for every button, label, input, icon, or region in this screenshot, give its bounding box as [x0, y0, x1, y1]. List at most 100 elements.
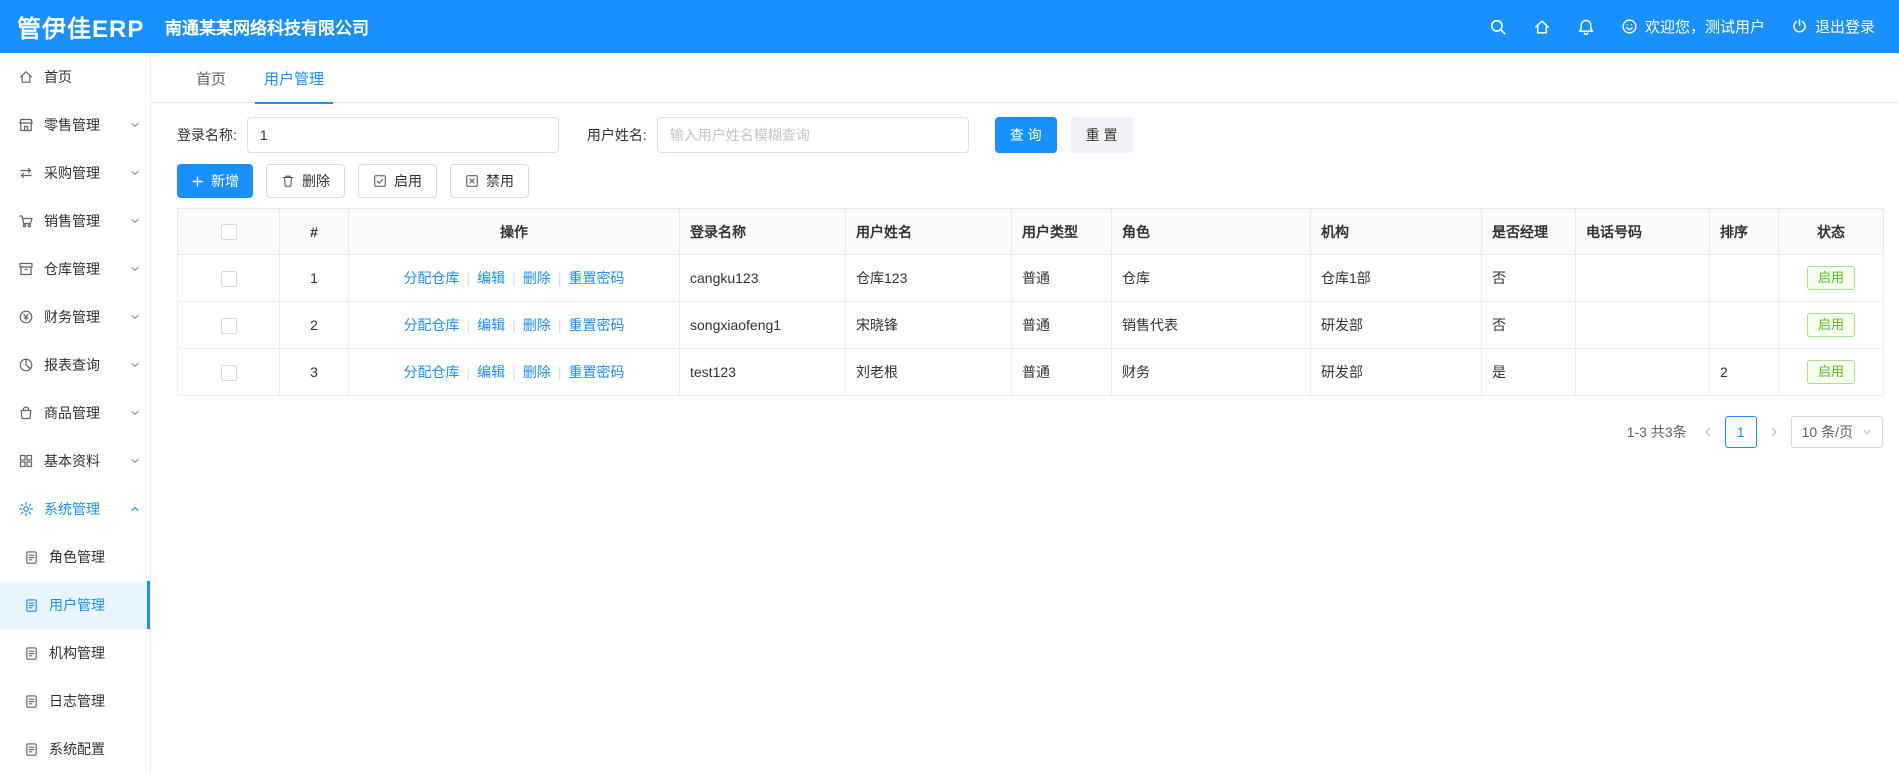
edit-link[interactable]: 编辑: [477, 364, 505, 380]
login-name-label: 登录名称:: [177, 127, 237, 143]
welcome-user[interactable]: 欢迎您，测试用户: [1621, 16, 1765, 37]
reset-button[interactable]: 重 置: [1070, 117, 1133, 153]
cell-phone: [1575, 254, 1710, 302]
row-actions: 分配仓库 | 编辑 | 删除 | 重置密码: [348, 254, 680, 302]
select-all-checkbox[interactable]: [220, 224, 237, 241]
sidebar-item-label: 系统管理: [44, 501, 100, 517]
cell-login: cangku123: [679, 254, 846, 302]
x-square-icon: [465, 174, 479, 188]
cell-name: 刘老根: [845, 348, 1012, 396]
sidebar-subitem-org[interactable]: 机构管理: [0, 629, 150, 677]
bag-icon: [18, 405, 34, 421]
document-icon: [24, 694, 39, 709]
assign-warehouse-link[interactable]: 分配仓库: [404, 364, 460, 380]
current-page[interactable]: 1: [1724, 416, 1757, 448]
sidebar-item-home[interactable]: 首页: [0, 53, 150, 101]
sidebar-subitem-label: 用户管理: [49, 597, 105, 613]
content: 登录名称: 用户姓名: 查 询 重 置 新增 删除 启用 禁用: [151, 103, 1899, 448]
chevron-down-icon: [130, 120, 140, 130]
sidebar-item-goods[interactable]: 商品管理: [0, 389, 150, 437]
user-name-input[interactable]: [656, 117, 969, 153]
cell-sort: 2: [1709, 348, 1779, 396]
row-checkbox[interactable]: [220, 364, 237, 381]
col-phone: 电话号码: [1575, 208, 1710, 255]
sidebar-item-finance[interactable]: 财务管理: [0, 293, 150, 341]
bell-icon[interactable]: [1577, 18, 1595, 36]
delete-link[interactable]: 删除: [523, 270, 551, 286]
delete-link[interactable]: 删除: [523, 364, 551, 380]
sidebar-item-retail[interactable]: 零售管理: [0, 101, 150, 149]
pagination-summary: 1-3 共3条: [1626, 424, 1687, 440]
sidebar-item-warehouse[interactable]: 仓库管理: [0, 245, 150, 293]
row-checkbox[interactable]: [220, 317, 237, 334]
link-divider: |: [512, 364, 516, 380]
reset-password-link[interactable]: 重置密码: [568, 317, 624, 333]
assign-warehouse-link[interactable]: 分配仓库: [404, 270, 460, 286]
reset-password-link[interactable]: 重置密码: [568, 364, 624, 380]
cart-icon: [18, 213, 34, 229]
delete-button[interactable]: 删除: [266, 164, 345, 198]
sidebar-item-label: 采购管理: [44, 165, 100, 181]
cell-role: 财务: [1111, 348, 1311, 396]
sidebar-subitem-users[interactable]: 用户管理: [0, 581, 150, 629]
cell-phone: [1575, 348, 1710, 396]
page-size-select[interactable]: 10 条/页: [1790, 416, 1883, 448]
sidebar-item-label: 仓库管理: [44, 261, 100, 277]
next-page-button[interactable]: [1768, 426, 1780, 438]
edit-link[interactable]: 编辑: [477, 270, 505, 286]
sidebar-item-reports[interactable]: 报表查询: [0, 341, 150, 389]
status-badge: 启用: [1806, 265, 1855, 291]
home-icon[interactable]: [1533, 18, 1551, 36]
pagination: 1-3 共3条 1 10 条/页: [177, 416, 1883, 448]
delete-button-label: 删除: [302, 173, 330, 189]
edit-link[interactable]: 编辑: [477, 317, 505, 333]
sidebar-subitem-logs[interactable]: 日志管理: [0, 677, 150, 725]
search-icon[interactable]: [1489, 18, 1507, 36]
topbar: 管伊佳ERP 南通某某网络科技有限公司 欢迎您，测试用户 退出登录: [0, 0, 1899, 53]
chevron-down-icon: [130, 168, 140, 178]
sidebar-item-label: 报表查询: [44, 357, 100, 373]
shop-icon: [18, 117, 34, 133]
trash-icon: [281, 174, 295, 188]
sidebar-subitem-roles[interactable]: 角色管理: [0, 533, 150, 581]
link-divider: |: [466, 364, 471, 380]
cell-phone: [1575, 301, 1710, 349]
login-name-input[interactable]: [246, 117, 559, 153]
document-icon: [24, 742, 39, 757]
reset-password-link[interactable]: 重置密码: [568, 270, 624, 286]
sidebar-item-system[interactable]: 系统管理: [0, 485, 150, 533]
sidebar-subitem-config[interactable]: 系统配置: [0, 725, 150, 773]
cell-manager: 是: [1481, 348, 1576, 396]
prev-page-button[interactable]: [1702, 426, 1714, 438]
logout-button[interactable]: 退出登录: [1791, 16, 1875, 37]
col-name: 用户姓名: [845, 208, 1012, 255]
cell-manager: 否: [1481, 254, 1576, 302]
search-button[interactable]: 查 询: [994, 117, 1057, 153]
cell-sort: [1709, 254, 1779, 302]
enable-button[interactable]: 启用: [358, 164, 437, 198]
tab-users[interactable]: 用户管理: [245, 53, 343, 104]
users-table: # 操作 登录名称 用户姓名 用户类型 角色 机构 是否经理 电话号码 排序 状…: [177, 208, 1884, 396]
add-button[interactable]: 新增: [177, 164, 253, 198]
sidebar-item-sales[interactable]: 销售管理: [0, 197, 150, 245]
cell-name: 仓库123: [845, 254, 1012, 302]
chevron-down-icon: [130, 216, 140, 226]
tab-home[interactable]: 首页: [177, 53, 245, 103]
chevron-down-icon: [130, 456, 140, 466]
disable-button[interactable]: 禁用: [450, 164, 529, 198]
assign-warehouse-link[interactable]: 分配仓库: [404, 317, 460, 333]
check-square-icon: [373, 174, 387, 188]
col-status: 状态: [1778, 208, 1884, 255]
chevron-down-icon: [130, 408, 140, 418]
yuan-coin-icon: [18, 309, 34, 325]
row-checkbox[interactable]: [220, 270, 237, 287]
col-login: 登录名称: [679, 208, 846, 255]
document-icon: [24, 646, 39, 661]
link-divider: |: [557, 364, 562, 380]
col-sort: 排序: [1709, 208, 1779, 255]
sidebar-subitem-label: 日志管理: [49, 693, 105, 709]
delete-link[interactable]: 删除: [523, 317, 551, 333]
sidebar-item-basic-data[interactable]: 基本资料: [0, 437, 150, 485]
logout-icon: [1791, 18, 1808, 35]
sidebar-item-purchase[interactable]: 采购管理: [0, 149, 150, 197]
